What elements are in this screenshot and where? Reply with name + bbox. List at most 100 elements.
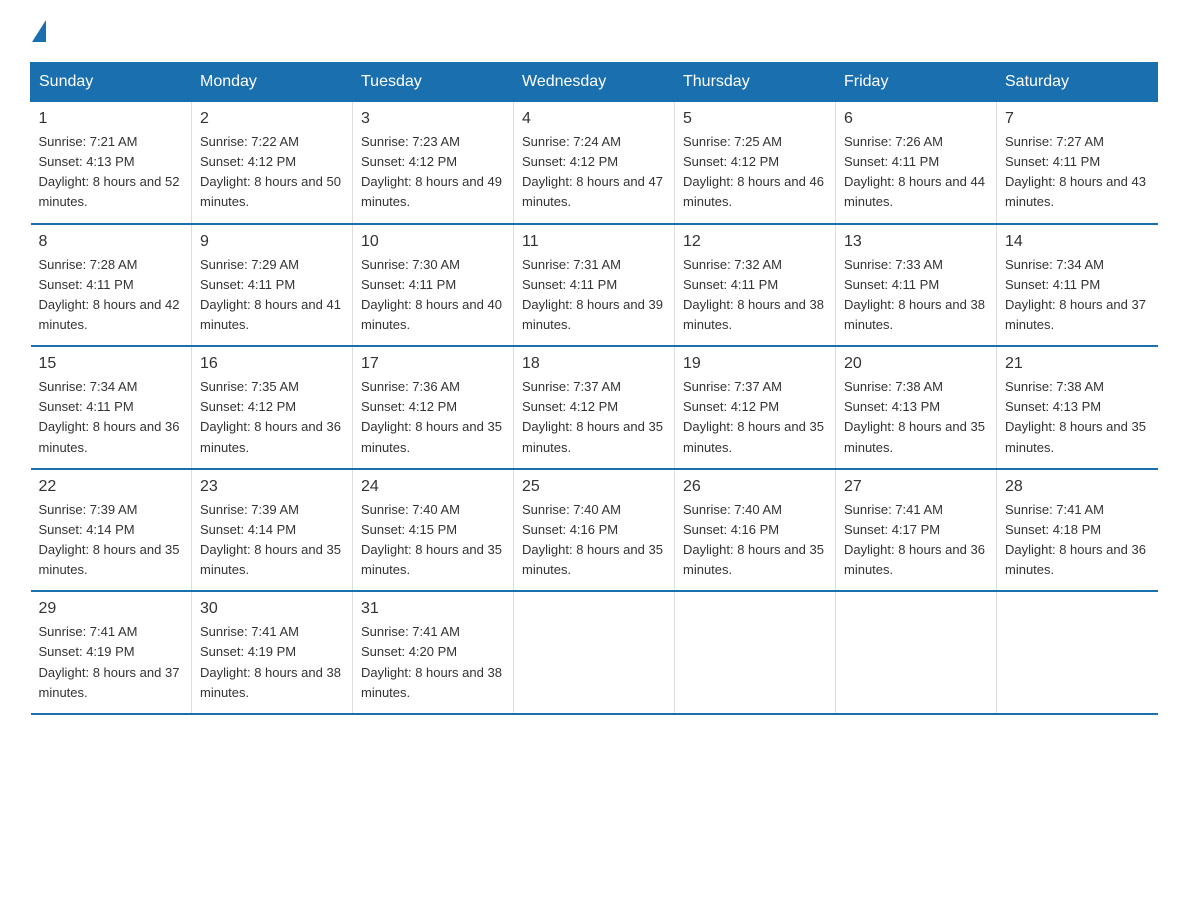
calendar-cell: 30 Sunrise: 7:41 AMSunset: 4:19 PMDaylig… (192, 591, 353, 714)
calendar-cell: 27 Sunrise: 7:41 AMSunset: 4:17 PMDaylig… (836, 469, 997, 592)
day-number: 16 (200, 355, 344, 373)
header-thursday: Thursday (675, 63, 836, 102)
calendar-week-row: 15 Sunrise: 7:34 AMSunset: 4:11 PMDaylig… (31, 346, 1158, 469)
day-info: Sunrise: 7:31 AMSunset: 4:11 PMDaylight:… (522, 255, 666, 336)
calendar-cell: 19 Sunrise: 7:37 AMSunset: 4:12 PMDaylig… (675, 346, 836, 469)
day-info: Sunrise: 7:35 AMSunset: 4:12 PMDaylight:… (200, 377, 344, 458)
day-info: Sunrise: 7:32 AMSunset: 4:11 PMDaylight:… (683, 255, 827, 336)
calendar-cell: 23 Sunrise: 7:39 AMSunset: 4:14 PMDaylig… (192, 469, 353, 592)
calendar-cell: 21 Sunrise: 7:38 AMSunset: 4:13 PMDaylig… (997, 346, 1158, 469)
calendar-cell: 26 Sunrise: 7:40 AMSunset: 4:16 PMDaylig… (675, 469, 836, 592)
day-info: Sunrise: 7:21 AMSunset: 4:13 PMDaylight:… (39, 132, 184, 213)
day-number: 24 (361, 478, 505, 496)
day-info: Sunrise: 7:41 AMSunset: 4:17 PMDaylight:… (844, 500, 988, 581)
day-info: Sunrise: 7:41 AMSunset: 4:19 PMDaylight:… (200, 622, 344, 703)
header-saturday: Saturday (997, 63, 1158, 102)
header-monday: Monday (192, 63, 353, 102)
calendar-cell (675, 591, 836, 714)
day-info: Sunrise: 7:39 AMSunset: 4:14 PMDaylight:… (200, 500, 344, 581)
calendar-cell (997, 591, 1158, 714)
calendar-header: Sunday Monday Tuesday Wednesday Thursday… (31, 63, 1158, 102)
calendar-cell: 11 Sunrise: 7:31 AMSunset: 4:11 PMDaylig… (514, 224, 675, 347)
calendar-cell: 20 Sunrise: 7:38 AMSunset: 4:13 PMDaylig… (836, 346, 997, 469)
calendar-cell: 10 Sunrise: 7:30 AMSunset: 4:11 PMDaylig… (353, 224, 514, 347)
calendar-cell: 14 Sunrise: 7:34 AMSunset: 4:11 PMDaylig… (997, 224, 1158, 347)
day-number: 4 (522, 110, 666, 128)
day-info: Sunrise: 7:36 AMSunset: 4:12 PMDaylight:… (361, 377, 505, 458)
day-number: 29 (39, 600, 184, 618)
day-info: Sunrise: 7:37 AMSunset: 4:12 PMDaylight:… (522, 377, 666, 458)
calendar-cell: 28 Sunrise: 7:41 AMSunset: 4:18 PMDaylig… (997, 469, 1158, 592)
calendar-cell (514, 591, 675, 714)
calendar-cell: 16 Sunrise: 7:35 AMSunset: 4:12 PMDaylig… (192, 346, 353, 469)
day-info: Sunrise: 7:24 AMSunset: 4:12 PMDaylight:… (522, 132, 666, 213)
day-info: Sunrise: 7:30 AMSunset: 4:11 PMDaylight:… (361, 255, 505, 336)
header-friday: Friday (836, 63, 997, 102)
calendar-cell: 4 Sunrise: 7:24 AMSunset: 4:12 PMDayligh… (514, 102, 675, 224)
calendar-cell: 29 Sunrise: 7:41 AMSunset: 4:19 PMDaylig… (31, 591, 192, 714)
weekday-header-row: Sunday Monday Tuesday Wednesday Thursday… (31, 63, 1158, 102)
calendar-cell: 8 Sunrise: 7:28 AMSunset: 4:11 PMDayligh… (31, 224, 192, 347)
header-tuesday: Tuesday (353, 63, 514, 102)
logo (30, 20, 48, 42)
day-number: 21 (1005, 355, 1150, 373)
day-info: Sunrise: 7:26 AMSunset: 4:11 PMDaylight:… (844, 132, 988, 213)
day-number: 18 (522, 355, 666, 373)
day-number: 6 (844, 110, 988, 128)
calendar-cell: 15 Sunrise: 7:34 AMSunset: 4:11 PMDaylig… (31, 346, 192, 469)
logo-triangle-icon (32, 20, 46, 42)
day-number: 28 (1005, 478, 1150, 496)
calendar-cell: 24 Sunrise: 7:40 AMSunset: 4:15 PMDaylig… (353, 469, 514, 592)
day-number: 8 (39, 233, 184, 251)
header-sunday: Sunday (31, 63, 192, 102)
day-info: Sunrise: 7:39 AMSunset: 4:14 PMDaylight:… (39, 500, 184, 581)
day-number: 17 (361, 355, 505, 373)
day-number: 25 (522, 478, 666, 496)
day-number: 23 (200, 478, 344, 496)
day-info: Sunrise: 7:41 AMSunset: 4:20 PMDaylight:… (361, 622, 505, 703)
day-number: 22 (39, 478, 184, 496)
day-number: 1 (39, 110, 184, 128)
calendar-body: 1 Sunrise: 7:21 AMSunset: 4:13 PMDayligh… (31, 102, 1158, 714)
calendar-cell: 5 Sunrise: 7:25 AMSunset: 4:12 PMDayligh… (675, 102, 836, 224)
day-number: 12 (683, 233, 827, 251)
day-number: 30 (200, 600, 344, 618)
day-info: Sunrise: 7:37 AMSunset: 4:12 PMDaylight:… (683, 377, 827, 458)
calendar-week-row: 8 Sunrise: 7:28 AMSunset: 4:11 PMDayligh… (31, 224, 1158, 347)
day-info: Sunrise: 7:34 AMSunset: 4:11 PMDaylight:… (39, 377, 184, 458)
calendar-cell: 6 Sunrise: 7:26 AMSunset: 4:11 PMDayligh… (836, 102, 997, 224)
calendar-cell: 7 Sunrise: 7:27 AMSunset: 4:11 PMDayligh… (997, 102, 1158, 224)
calendar-cell: 1 Sunrise: 7:21 AMSunset: 4:13 PMDayligh… (31, 102, 192, 224)
day-info: Sunrise: 7:38 AMSunset: 4:13 PMDaylight:… (1005, 377, 1150, 458)
day-info: Sunrise: 7:40 AMSunset: 4:15 PMDaylight:… (361, 500, 505, 581)
day-info: Sunrise: 7:28 AMSunset: 4:11 PMDaylight:… (39, 255, 184, 336)
day-number: 10 (361, 233, 505, 251)
day-info: Sunrise: 7:25 AMSunset: 4:12 PMDaylight:… (683, 132, 827, 213)
calendar-cell: 9 Sunrise: 7:29 AMSunset: 4:11 PMDayligh… (192, 224, 353, 347)
day-info: Sunrise: 7:40 AMSunset: 4:16 PMDaylight:… (683, 500, 827, 581)
calendar-table: Sunday Monday Tuesday Wednesday Thursday… (30, 62, 1158, 715)
day-number: 15 (39, 355, 184, 373)
header-wednesday: Wednesday (514, 63, 675, 102)
day-number: 11 (522, 233, 666, 251)
day-number: 7 (1005, 110, 1150, 128)
day-info: Sunrise: 7:41 AMSunset: 4:19 PMDaylight:… (39, 622, 184, 703)
day-number: 14 (1005, 233, 1150, 251)
day-info: Sunrise: 7:41 AMSunset: 4:18 PMDaylight:… (1005, 500, 1150, 581)
day-info: Sunrise: 7:33 AMSunset: 4:11 PMDaylight:… (844, 255, 988, 336)
day-info: Sunrise: 7:34 AMSunset: 4:11 PMDaylight:… (1005, 255, 1150, 336)
calendar-cell: 3 Sunrise: 7:23 AMSunset: 4:12 PMDayligh… (353, 102, 514, 224)
page-header (30, 20, 1158, 42)
day-info: Sunrise: 7:22 AMSunset: 4:12 PMDaylight:… (200, 132, 344, 213)
calendar-week-row: 29 Sunrise: 7:41 AMSunset: 4:19 PMDaylig… (31, 591, 1158, 714)
day-number: 31 (361, 600, 505, 618)
day-info: Sunrise: 7:23 AMSunset: 4:12 PMDaylight:… (361, 132, 505, 213)
day-info: Sunrise: 7:38 AMSunset: 4:13 PMDaylight:… (844, 377, 988, 458)
day-number: 3 (361, 110, 505, 128)
day-number: 13 (844, 233, 988, 251)
day-info: Sunrise: 7:40 AMSunset: 4:16 PMDaylight:… (522, 500, 666, 581)
calendar-cell: 31 Sunrise: 7:41 AMSunset: 4:20 PMDaylig… (353, 591, 514, 714)
calendar-cell: 17 Sunrise: 7:36 AMSunset: 4:12 PMDaylig… (353, 346, 514, 469)
calendar-cell: 18 Sunrise: 7:37 AMSunset: 4:12 PMDaylig… (514, 346, 675, 469)
day-number: 9 (200, 233, 344, 251)
